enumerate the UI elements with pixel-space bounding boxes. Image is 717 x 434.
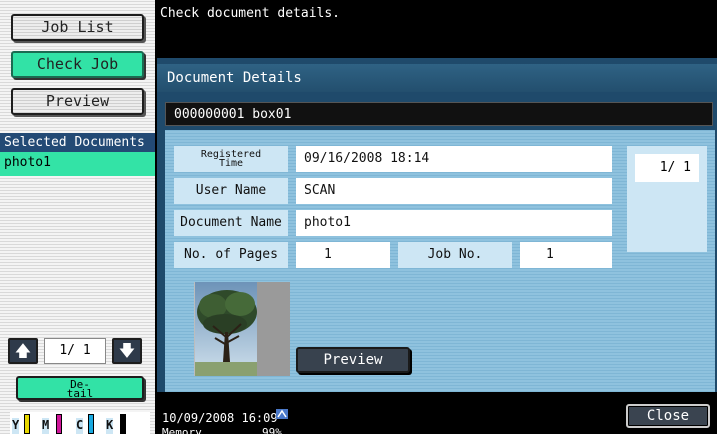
toner-c-bar [88, 414, 94, 434]
detail-page-indicator: 1/ 1 [635, 154, 699, 182]
memory-label: Memory [162, 426, 202, 434]
toner-m-label: M [42, 418, 50, 434]
registered-time-value: 09/16/2008 18:14 [296, 146, 612, 172]
preview-sidebar-button[interactable]: Preview [11, 88, 144, 115]
arrow-up-icon: 🡅 [14, 341, 32, 360]
arrow-down-icon: 🡇 [118, 341, 136, 360]
toner-k-label: K [106, 418, 114, 434]
screen: Job List Check Job Preview Selected Docu… [0, 0, 717, 434]
network-status-icon [276, 409, 288, 419]
tree-photo-image [195, 282, 259, 376]
job-no-label: Job No. [398, 242, 512, 268]
scroll-down-button[interactable]: 🡇 [112, 338, 142, 364]
toner-y-bar [24, 414, 30, 434]
user-name-label: User Name [174, 178, 288, 204]
document-name-value: photo1 [296, 210, 612, 236]
user-name-value: SCAN [296, 178, 612, 204]
memory-value: 99% [262, 426, 282, 434]
toner-y-label: Y [12, 418, 20, 434]
job-no-value: 1 [520, 242, 612, 268]
scroll-up-button[interactable]: 🡅 [8, 338, 38, 364]
check-job-button[interactable]: Check Job [11, 51, 144, 78]
toner-c-label: C [76, 418, 84, 434]
toner-k-bar [120, 414, 126, 434]
panel-title: Document Details [157, 64, 717, 92]
document-id-bar: 000000001 box01 [165, 102, 713, 126]
sidebar: Job List Check Job Preview Selected Docu… [0, 0, 155, 434]
sidebar-page-indicator: 1/ 1 [44, 338, 106, 364]
status-datetime: 10/09/2008 16:09 [162, 411, 278, 425]
registered-time-label-line2: Time [218, 158, 244, 169]
sidebar-pagination: 🡅 1/ 1 🡇 [8, 338, 144, 364]
selected-document-item[interactable]: photo1 [0, 152, 155, 176]
selected-documents-title: Selected Documents [0, 133, 155, 152]
detail-label-line2: tail [66, 387, 94, 400]
detail-button[interactable]: De- tail [16, 376, 144, 400]
close-button[interactable]: Close [626, 404, 710, 428]
instruction-message: Check document details. [160, 6, 341, 21]
registered-time-label: Registered Time [174, 146, 288, 172]
job-list-button[interactable]: Job List [11, 14, 144, 41]
document-thumbnail[interactable] [194, 282, 290, 376]
preview-button[interactable]: Preview [296, 347, 410, 373]
pages-label: No. of Pages [174, 242, 288, 268]
pages-value: 1 [296, 242, 390, 268]
document-name-label: Document Name [174, 210, 288, 236]
toner-m-bar [56, 414, 62, 434]
toner-levels: Y M C K [10, 412, 150, 434]
detail-page-counter: 1/ 1 [627, 146, 707, 252]
thumbnail-page-edge [257, 282, 290, 376]
